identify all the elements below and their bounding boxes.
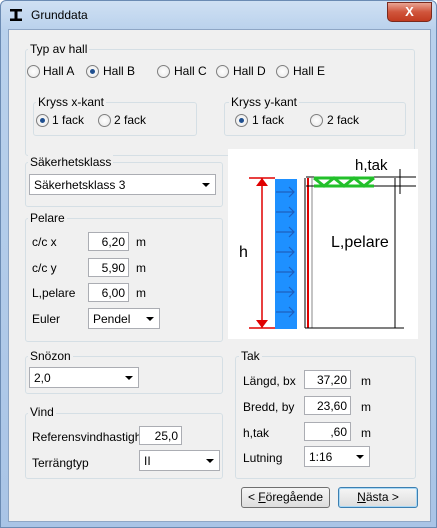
previous-button-prefix: < [247,490,259,504]
l-pelare-unit: m [136,286,146,300]
chevron-down-icon [146,317,154,321]
radio-hall-e-label: Hall E [293,64,326,78]
snozon-select[interactable]: 2,0 [29,367,139,388]
radio-kryss-y-1[interactable] [235,114,248,127]
euler-label: Euler [32,312,61,326]
safety-class-select[interactable]: Säkerhetsklass 3 [29,174,216,195]
terrain-label: Terrängtyp [32,456,89,470]
dialog-window: Grunddata X Typ av hall Hall A Hall B Ha… [0,0,437,528]
hall-type-label: Typ av hall [28,42,90,56]
pelare-label: Pelare [28,211,67,225]
radio-kryss-x-1-label: 1 fack [52,113,85,127]
euler-select[interactable]: Pendel [88,308,160,329]
app-icon [10,9,22,21]
terrain-select[interactable]: II [139,450,220,471]
snozon-label: Snözon [28,349,73,363]
cc-x-input[interactable]: 6,20 [88,232,129,251]
cc-x-label: c/c x [32,235,57,249]
radio-kryss-x-1[interactable] [36,114,49,127]
radio-hall-a[interactable] [27,65,40,78]
tak-h-unit: m [361,426,371,440]
radio-hall-c[interactable] [157,65,170,78]
radio-hall-e[interactable] [276,65,289,78]
window-title: Grunddata [31,8,88,22]
tak-width-label: Bredd, by [243,400,295,414]
tak-width-unit: m [361,400,371,414]
tak-slope-select[interactable]: 1:16 [304,446,370,467]
radio-hall-d-label: Hall D [233,64,266,78]
cc-y-label: c/c y [32,261,57,275]
diagram-l-pelare-label: L,pelare [331,234,389,251]
radio-kryss-x-2-label: 2 fack [114,113,147,127]
vind-label: Vind [28,405,56,419]
chevron-down-icon [202,183,210,187]
previous-button[interactable]: < Föregående [241,487,330,508]
tak-length-unit: m [361,374,371,388]
close-button[interactable]: X [387,2,432,22]
cc-y-unit: m [136,261,146,275]
tak-slope-value: 1:16 [309,450,333,464]
dialog-body: Typ av hall Hall A Hall B Hall C Hall D … [8,29,431,522]
tak-h-label: h,tak [243,426,270,440]
safety-class-value: Säkerhetsklass 3 [34,178,126,192]
radio-hall-b-label: Hall B [103,64,136,78]
safety-class-label: Säkerhetsklass [28,155,114,169]
next-button[interactable]: Nästa > [338,487,418,508]
euler-value: Pendel [93,312,131,326]
cc-y-input[interactable]: 5,90 [88,258,129,277]
chevron-down-icon [206,459,214,463]
radio-kryss-y-2-label: 2 fack [327,113,360,127]
tak-length-input[interactable]: 37,20 [304,370,351,389]
radio-hall-d[interactable] [216,65,229,78]
next-button-accesskey: N [357,490,366,504]
snozon-value: 2,0 [34,371,51,385]
tak-length-label: Längd, bx [243,374,296,388]
kryss-x-label: Kryss x-kant [36,95,107,109]
kryss-y-label: Kryss y-kant [229,95,300,109]
l-pelare-input[interactable]: 6,00 [88,283,129,302]
chevron-down-icon [356,455,364,459]
ref-speed-input[interactable]: 25,0 [139,426,182,445]
radio-kryss-x-2[interactable] [98,114,111,127]
title-bar[interactable]: Grunddata X [1,1,436,29]
next-button-label: ästa > [365,490,399,504]
previous-button-label: öregående [265,490,324,504]
diagram-h-label: h [239,244,248,261]
previous-button-accesskey: F [258,490,266,504]
tak-slope-label: Lutning [243,451,283,465]
radio-kryss-y-1-label: 1 fack [252,113,285,127]
building-diagram: h h,tak L,pelare [228,149,418,339]
tak-label: Tak [239,349,262,363]
radio-hall-a-label: Hall A [43,64,75,78]
radio-hall-c-label: Hall C [174,64,207,78]
radio-hall-b[interactable] [86,65,99,78]
radio-kryss-y-2[interactable] [310,114,323,127]
l-pelare-label: L,pelare [32,286,76,300]
diagram-h-tak-label: h,tak [355,157,388,174]
tak-h-input[interactable]: ,60 [304,422,351,441]
ref-speed-label: Referensvindhastighet [32,430,139,444]
cc-x-unit: m [136,235,146,249]
chevron-down-icon [125,376,133,380]
terrain-value: II [144,454,151,468]
tak-width-input[interactable]: 23,60 [304,396,351,415]
